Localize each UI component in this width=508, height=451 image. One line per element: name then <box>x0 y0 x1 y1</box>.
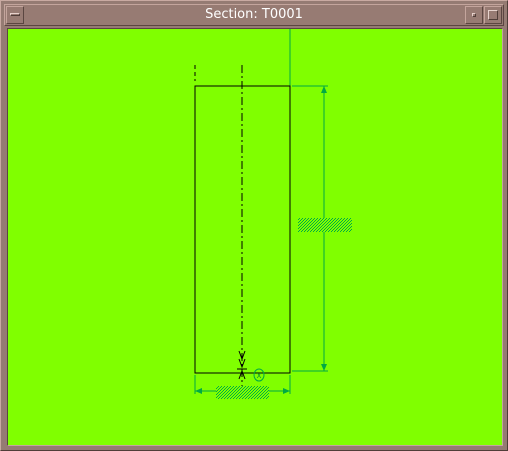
length-arrow-top <box>321 86 327 93</box>
tip-label-marker: X <box>253 368 265 382</box>
section-drawing: X <box>194 29 352 399</box>
window-title: Section: T0001 <box>205 7 303 22</box>
maximize-button[interactable] <box>484 6 502 24</box>
length-dimension-label <box>298 218 352 232</box>
drawing-canvas[interactable]: X <box>7 28 503 446</box>
maximize-icon <box>488 10 498 20</box>
width-arrow-right <box>283 388 290 394</box>
section-window: Section: T0001 X <box>0 0 508 451</box>
minimize-button[interactable] <box>465 6 483 24</box>
minimize-icon <box>472 13 476 17</box>
length-arrow-bottom <box>321 364 327 371</box>
width-arrow-left <box>195 388 202 394</box>
title-bar[interactable]: Section: T0001 <box>4 4 504 26</box>
tip-label-text: X <box>257 372 262 380</box>
width-dimension-label <box>216 386 269 399</box>
